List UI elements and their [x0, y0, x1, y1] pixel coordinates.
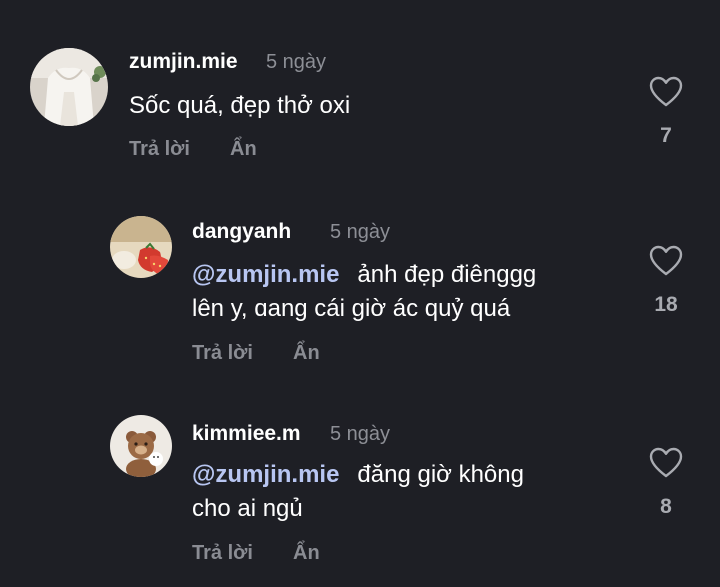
reply-button[interactable]: Trả lời	[192, 542, 253, 565]
reply-button[interactable]: Trả lời	[192, 342, 253, 365]
heart-icon	[649, 76, 683, 107]
comment-text-line: cho ai ngủ	[192, 495, 303, 522]
comment-item: dangyanh 5 ngày @zumjin.mie ảnh đẹp điêng…	[0, 180, 720, 380]
avatar[interactable]	[110, 216, 172, 278]
comment-text-line: ảnh đẹp điênggg	[357, 261, 537, 288]
comment-item: kimmiee.m 5 ngày @zumjin.mie đăng giờ khô…	[0, 385, 720, 587]
comment-text-line: lên y, ɑang cái giờ ác quỷ quá	[192, 295, 511, 322]
mention-link[interactable]: @zumjin.mie	[192, 461, 339, 488]
heart-icon	[649, 447, 683, 478]
comment-item: zumjin.mie 5 ngày Sốc quá, đẹp thở oxi T…	[0, 0, 720, 175]
comment-timestamp: 5 ngày	[266, 51, 327, 73]
comment-timestamp: 5 ngày	[330, 423, 391, 445]
like-button[interactable]	[649, 76, 683, 108]
comment-text: @zumjin.mie ảnh đẹp điênggg lên y, ɑang c…	[192, 258, 536, 326]
comment-username[interactable]: kimmiee.m	[192, 422, 301, 446]
reply-button[interactable]: Trả lời	[129, 138, 190, 161]
hide-button[interactable]: Ẩn	[293, 542, 320, 565]
avatar[interactable]	[110, 415, 172, 477]
comment-timestamp: 5 ngày	[330, 221, 391, 243]
avatar[interactable]	[30, 48, 108, 126]
comment-text: Sốc quá, đẹp thở oxi	[129, 89, 350, 123]
like-button[interactable]	[649, 447, 683, 479]
heart-icon	[649, 245, 683, 276]
hide-button[interactable]: Ẩn	[293, 342, 320, 365]
comment-username[interactable]: dangyanh	[192, 220, 291, 244]
hide-button[interactable]: Ẩn	[230, 138, 257, 161]
like-count: 18	[654, 293, 678, 316]
comment-text-line: đăng giờ không	[357, 461, 524, 488]
comment-text: @zumjin.mie đăng giờ không cho ai ngủ	[192, 458, 524, 526]
like-button[interactable]	[649, 245, 683, 277]
mention-link[interactable]: @zumjin.mie	[192, 261, 339, 288]
comment-username[interactable]: zumjin.mie	[129, 50, 238, 74]
teddy-bear-photo-avatar-icon	[110, 415, 172, 477]
like-count: 8	[660, 495, 672, 518]
comment-text-line: Sốc quá, đẹp thở oxi	[129, 92, 351, 119]
like-count: 7	[660, 124, 672, 147]
strawberry-photo-avatar-icon	[110, 216, 172, 278]
white-shirt-photo-avatar-icon	[30, 48, 108, 126]
